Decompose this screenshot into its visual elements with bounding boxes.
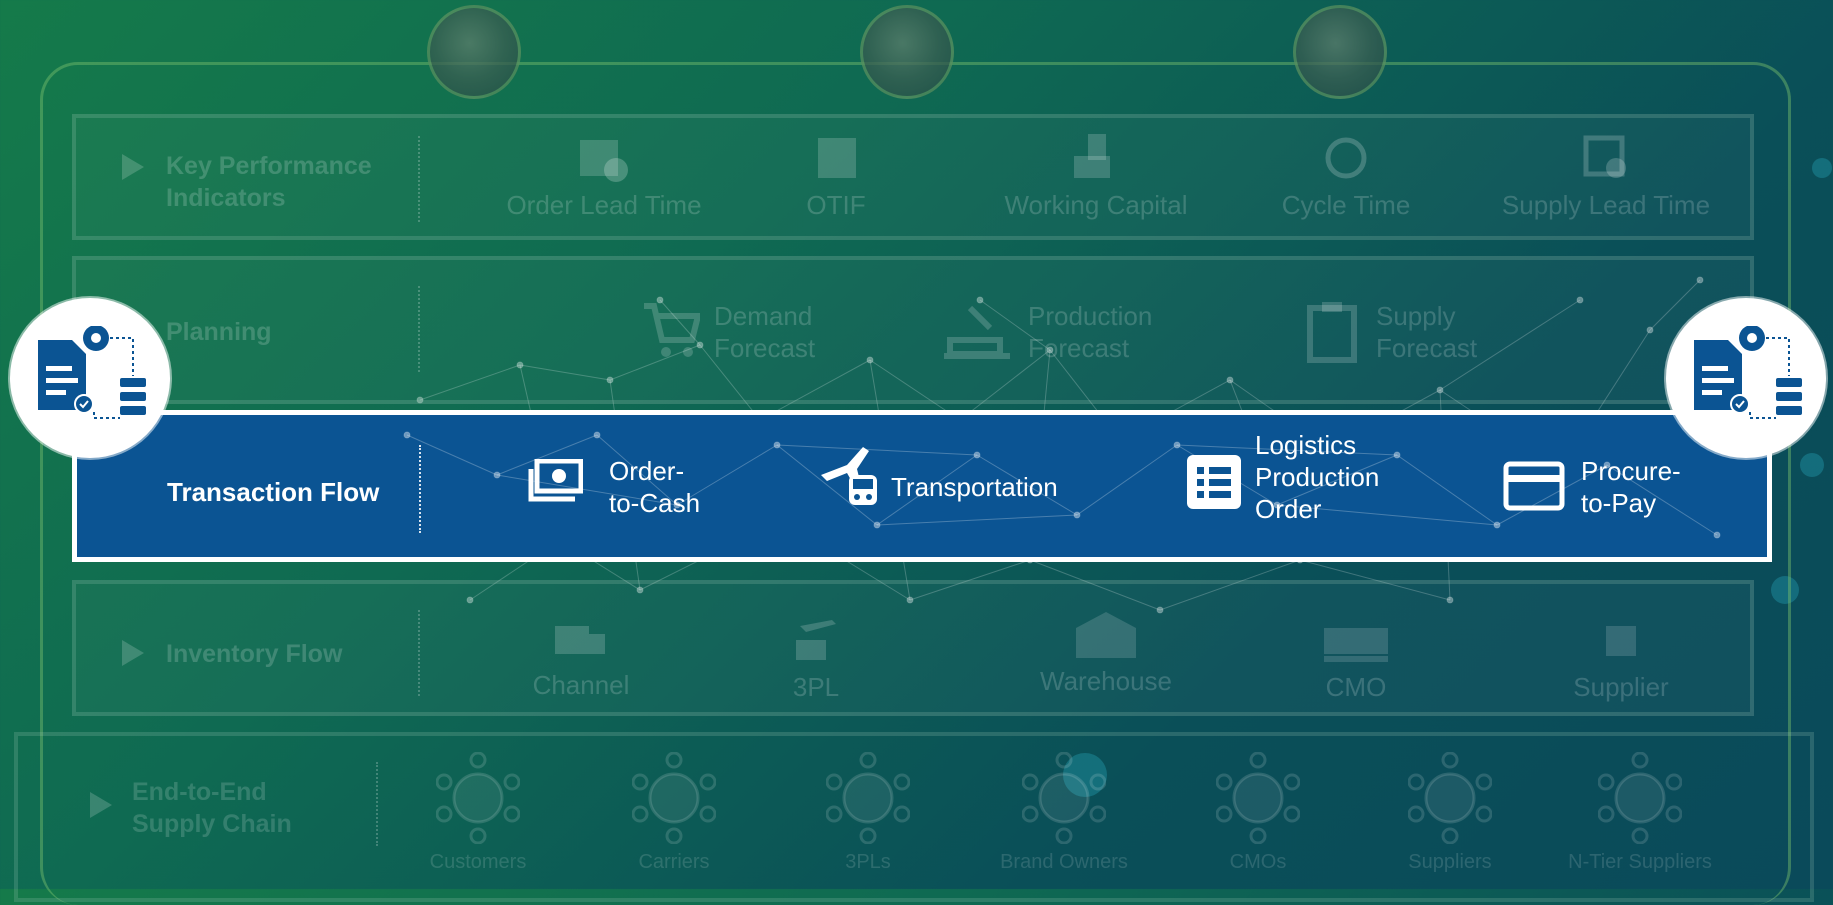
e2e-3pls: 3PLs [788,751,948,874]
inventory-channel: Channel [496,620,666,701]
e2e-suppliers: Suppliers [1370,751,1530,874]
person-avatar-2 [860,5,954,99]
e2e-title: End-to-End Supply Chain [132,778,292,838]
cycle-clock-icon [1325,137,1367,179]
plane-network-icon [825,751,911,845]
truck-icon [555,626,605,654]
person-avatar-3 [1293,5,1387,99]
kpi-row: Key Performance Indicators Order Lead Ti… [72,114,1754,240]
row-divider [376,762,378,846]
kpi-title: Key Performance Indicators [166,152,372,212]
list-icon [1187,455,1241,509]
money-stack-icon [528,459,583,502]
kpi-otif: OTIF [756,130,916,221]
e2e-n-tier-suppliers: N-Tier Suppliers [1560,751,1720,874]
tx-transportation[interactable]: Transportation [817,447,1077,525]
cart-icon [644,303,700,357]
warehouse-icon [1076,612,1136,658]
building-network-icon [435,751,521,845]
factory-network-icon [1215,751,1301,845]
play-icon [90,792,112,818]
row-divider [418,286,420,372]
plane-truck-icon [796,620,836,660]
row-divider [418,136,420,222]
inventory-title: Inventory Flow [166,640,343,668]
play-icon [122,154,144,180]
calendar-clock-icon [1583,135,1626,178]
tx-order-to-cash[interactable]: Order- to-Cash [527,455,727,525]
inventory-warehouse: Warehouse [1016,610,1196,697]
factory-icon [1324,628,1388,662]
e2e-brand-owners: Brand Owners [984,751,1144,874]
plane-train-icon [821,447,877,505]
e2e-cmos: CMOs [1178,751,1338,874]
transaction-flow-title: Transaction Flow [167,477,380,507]
kpi-order-lead-time: Order Lead Time [484,130,724,221]
kpi-cycle-time: Cycle Time [1246,130,1446,221]
e2e-customers: Customers [398,751,558,874]
kpi-supply-lead-time: Supply Lead Time [1476,130,1736,221]
cash-hand-icon [1074,134,1110,178]
inventory-cmo: CMO [1286,616,1426,703]
boxes-network-icon [1597,751,1683,845]
planning-supply-forecast: Supply Forecast [1304,300,1524,370]
scale-network-icon [1407,751,1493,845]
planning-production-forecast: Production Forecast [940,300,1180,370]
chip-icon [1606,626,1636,656]
e2e-carriers: Carriers [594,751,754,874]
data-process-badge-right [1666,298,1826,458]
inventory-supplier: Supplier [1546,616,1696,703]
clipboard-icon [1307,302,1357,363]
planning-title: Planning [166,318,272,346]
target-network-icon [1021,751,1107,845]
box-clock-icon [580,140,628,182]
inventory-row: Inventory Flow Channel 3PL Warehouse CMO… [72,580,1754,716]
band-divider [419,445,421,533]
data-process-badge-left [10,298,170,458]
tx-logistics-production-order[interactable]: Logistics Production Order [1187,429,1407,539]
row-divider [418,610,420,696]
planning-row: Planning Demand Forecast Production Fore… [72,256,1754,404]
inventory-3pl: 3PL [766,616,866,703]
planning-demand-forecast: Demand Forecast [642,300,842,370]
kpi-working-capital: Working Capital [976,130,1216,221]
play-icon [122,640,144,666]
transaction-flow-band[interactable]: Transaction Flow Order- to-Cash Transpor… [72,410,1772,562]
credit-card-icon [1503,461,1565,511]
person-avatar-1 [427,5,521,99]
factory-crane-icon [944,305,1010,359]
package-icon [818,138,856,178]
document-gear-database-icon [1694,326,1802,419]
tx-procure-to-pay[interactable]: Procure- to-Pay [1503,455,1723,525]
document-gear-database-icon [38,326,146,419]
pin-network-icon [631,751,717,845]
